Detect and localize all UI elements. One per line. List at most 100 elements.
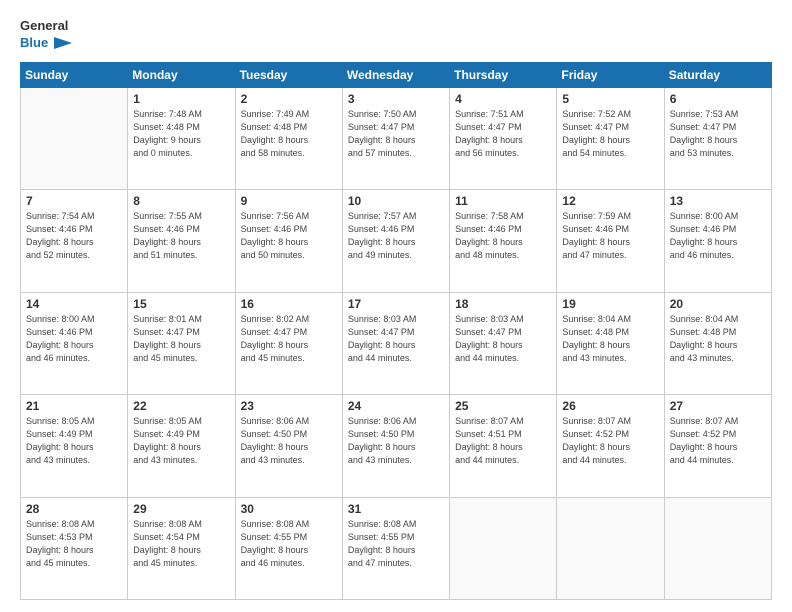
cell-sun-info: Sunrise: 7:56 AM Sunset: 4:46 PM Dayligh… xyxy=(241,210,337,262)
cell-sun-info: Sunrise: 7:49 AM Sunset: 4:48 PM Dayligh… xyxy=(241,108,337,160)
day-number: 30 xyxy=(241,502,337,516)
calendar-cell xyxy=(21,87,128,189)
day-number: 4 xyxy=(455,92,551,106)
calendar-cell: 23 Sunrise: 8:06 AM Sunset: 4:50 PM Dayli… xyxy=(235,395,342,497)
cell-sun-info: Sunrise: 8:03 AM Sunset: 4:47 PM Dayligh… xyxy=(348,313,444,365)
day-number: 12 xyxy=(562,194,658,208)
calendar-cell: 30 Sunrise: 8:08 AM Sunset: 4:55 PM Dayli… xyxy=(235,497,342,599)
calendar-cell: 26Sunrise: 8:07 AM Sunset: 4:52 PM Dayli… xyxy=(557,395,664,497)
logo: General Blue xyxy=(20,18,72,52)
cell-sun-info: Sunrise: 7:57 AM Sunset: 4:46 PM Dayligh… xyxy=(348,210,444,262)
cell-sun-info: Sunrise: 8:08 AM Sunset: 4:53 PM Dayligh… xyxy=(26,518,122,570)
calendar-cell xyxy=(450,497,557,599)
calendar-cell: 6Sunrise: 7:53 AM Sunset: 4:47 PM Daylig… xyxy=(664,87,771,189)
day-number: 1 xyxy=(133,92,229,106)
weekday-header-saturday: Saturday xyxy=(664,62,771,87)
cell-sun-info: Sunrise: 8:05 AM Sunset: 4:49 PM Dayligh… xyxy=(26,415,122,467)
calendar-cell: 9 Sunrise: 7:56 AM Sunset: 4:46 PM Daylig… xyxy=(235,190,342,292)
day-number: 26 xyxy=(562,399,658,413)
calendar-cell: 31 Sunrise: 8:08 AM Sunset: 4:55 PM Dayli… xyxy=(342,497,449,599)
cell-sun-info: Sunrise: 8:00 AM Sunset: 4:46 PM Dayligh… xyxy=(670,210,766,262)
day-number: 24 xyxy=(348,399,444,413)
day-number: 21 xyxy=(26,399,122,413)
page: General Blue SundayMondayTuesdayWednesda… xyxy=(0,0,792,612)
day-number: 9 xyxy=(241,194,337,208)
cell-sun-info: Sunrise: 8:06 AM Sunset: 4:50 PM Dayligh… xyxy=(348,415,444,467)
calendar-cell: 20 Sunrise: 8:04 AM Sunset: 4:48 PM Dayli… xyxy=(664,292,771,394)
cell-sun-info: Sunrise: 8:08 AM Sunset: 4:55 PM Dayligh… xyxy=(348,518,444,570)
day-number: 17 xyxy=(348,297,444,311)
calendar-cell xyxy=(557,497,664,599)
calendar-cell: 5 Sunrise: 7:52 AM Sunset: 4:47 PM Daylig… xyxy=(557,87,664,189)
calendar-cell: 21 Sunrise: 8:05 AM Sunset: 4:49 PM Dayli… xyxy=(21,395,128,497)
weekday-header-tuesday: Tuesday xyxy=(235,62,342,87)
logo-arrow-icon xyxy=(54,37,72,49)
calendar-row: 7Sunrise: 7:54 AM Sunset: 4:46 PM Daylig… xyxy=(21,190,772,292)
weekday-header-thursday: Thursday xyxy=(450,62,557,87)
logo-text: General Blue xyxy=(20,18,72,52)
cell-sun-info: Sunrise: 8:08 AM Sunset: 4:54 PM Dayligh… xyxy=(133,518,229,570)
cell-sun-info: Sunrise: 7:50 AM Sunset: 4:47 PM Dayligh… xyxy=(348,108,444,160)
cell-sun-info: Sunrise: 8:07 AM Sunset: 4:51 PM Dayligh… xyxy=(455,415,551,467)
calendar-cell: 25 Sunrise: 8:07 AM Sunset: 4:51 PM Dayli… xyxy=(450,395,557,497)
day-number: 7 xyxy=(26,194,122,208)
calendar-table: SundayMondayTuesdayWednesdayThursdayFrid… xyxy=(20,62,772,600)
day-number: 5 xyxy=(562,92,658,106)
cell-sun-info: Sunrise: 7:55 AM Sunset: 4:46 PM Dayligh… xyxy=(133,210,229,262)
cell-sun-info: Sunrise: 7:48 AM Sunset: 4:48 PM Dayligh… xyxy=(133,108,229,160)
cell-sun-info: Sunrise: 8:05 AM Sunset: 4:49 PM Dayligh… xyxy=(133,415,229,467)
calendar-cell: 28 Sunrise: 8:08 AM Sunset: 4:53 PM Dayli… xyxy=(21,497,128,599)
calendar-cell: 14 Sunrise: 8:00 AM Sunset: 4:46 PM Dayli… xyxy=(21,292,128,394)
calendar-cell: 2Sunrise: 7:49 AM Sunset: 4:48 PM Daylig… xyxy=(235,87,342,189)
cell-sun-info: Sunrise: 7:53 AM Sunset: 4:47 PM Dayligh… xyxy=(670,108,766,160)
cell-sun-info: Sunrise: 8:00 AM Sunset: 4:46 PM Dayligh… xyxy=(26,313,122,365)
calendar-cell: 27 Sunrise: 8:07 AM Sunset: 4:52 PM Dayli… xyxy=(664,395,771,497)
header: General Blue xyxy=(20,18,772,52)
day-number: 28 xyxy=(26,502,122,516)
calendar-cell: 19 Sunrise: 8:04 AM Sunset: 4:48 PM Dayli… xyxy=(557,292,664,394)
day-number: 19 xyxy=(562,297,658,311)
day-number: 16 xyxy=(241,297,337,311)
day-number: 23 xyxy=(241,399,337,413)
calendar-cell: 24 Sunrise: 8:06 AM Sunset: 4:50 PM Dayli… xyxy=(342,395,449,497)
cell-sun-info: Sunrise: 7:52 AM Sunset: 4:47 PM Dayligh… xyxy=(562,108,658,160)
calendar-row: 28 Sunrise: 8:08 AM Sunset: 4:53 PM Dayli… xyxy=(21,497,772,599)
day-number: 25 xyxy=(455,399,551,413)
calendar-cell: 7Sunrise: 7:54 AM Sunset: 4:46 PM Daylig… xyxy=(21,190,128,292)
calendar-cell: 11Sunrise: 7:58 AM Sunset: 4:46 PM Dayli… xyxy=(450,190,557,292)
cell-sun-info: Sunrise: 8:04 AM Sunset: 4:48 PM Dayligh… xyxy=(670,313,766,365)
day-number: 13 xyxy=(670,194,766,208)
cell-sun-info: Sunrise: 8:02 AM Sunset: 4:47 PM Dayligh… xyxy=(241,313,337,365)
calendar-row: 1 Sunrise: 7:48 AM Sunset: 4:48 PM Daylig… xyxy=(21,87,772,189)
calendar-cell: 8Sunrise: 7:55 AM Sunset: 4:46 PM Daylig… xyxy=(128,190,235,292)
cell-sun-info: Sunrise: 7:51 AM Sunset: 4:47 PM Dayligh… xyxy=(455,108,551,160)
day-number: 27 xyxy=(670,399,766,413)
calendar-cell: 16 Sunrise: 8:02 AM Sunset: 4:47 PM Dayli… xyxy=(235,292,342,394)
cell-sun-info: Sunrise: 8:07 AM Sunset: 4:52 PM Dayligh… xyxy=(670,415,766,467)
calendar-cell: 4 Sunrise: 7:51 AM Sunset: 4:47 PM Daylig… xyxy=(450,87,557,189)
cell-sun-info: Sunrise: 8:08 AM Sunset: 4:55 PM Dayligh… xyxy=(241,518,337,570)
weekday-header-sunday: Sunday xyxy=(21,62,128,87)
cell-sun-info: Sunrise: 8:04 AM Sunset: 4:48 PM Dayligh… xyxy=(562,313,658,365)
calendar-cell: 12Sunrise: 7:59 AM Sunset: 4:46 PM Dayli… xyxy=(557,190,664,292)
day-number: 18 xyxy=(455,297,551,311)
calendar-cell: 13 Sunrise: 8:00 AM Sunset: 4:46 PM Dayli… xyxy=(664,190,771,292)
calendar-cell: 1 Sunrise: 7:48 AM Sunset: 4:48 PM Daylig… xyxy=(128,87,235,189)
calendar-cell: 3 Sunrise: 7:50 AM Sunset: 4:47 PM Daylig… xyxy=(342,87,449,189)
day-number: 15 xyxy=(133,297,229,311)
cell-sun-info: Sunrise: 8:06 AM Sunset: 4:50 PM Dayligh… xyxy=(241,415,337,467)
cell-sun-info: Sunrise: 8:03 AM Sunset: 4:47 PM Dayligh… xyxy=(455,313,551,365)
day-number: 14 xyxy=(26,297,122,311)
cell-sun-info: Sunrise: 8:01 AM Sunset: 4:47 PM Dayligh… xyxy=(133,313,229,365)
calendar-cell: 29 Sunrise: 8:08 AM Sunset: 4:54 PM Dayli… xyxy=(128,497,235,599)
day-number: 22 xyxy=(133,399,229,413)
day-number: 20 xyxy=(670,297,766,311)
day-number: 3 xyxy=(348,92,444,106)
weekday-header-friday: Friday xyxy=(557,62,664,87)
calendar-cell: 18 Sunrise: 8:03 AM Sunset: 4:47 PM Dayli… xyxy=(450,292,557,394)
calendar-cell: 10Sunrise: 7:57 AM Sunset: 4:46 PM Dayli… xyxy=(342,190,449,292)
calendar-row: 14 Sunrise: 8:00 AM Sunset: 4:46 PM Dayli… xyxy=(21,292,772,394)
calendar-cell: 15 Sunrise: 8:01 AM Sunset: 4:47 PM Dayli… xyxy=(128,292,235,394)
day-number: 31 xyxy=(348,502,444,516)
day-number: 29 xyxy=(133,502,229,516)
